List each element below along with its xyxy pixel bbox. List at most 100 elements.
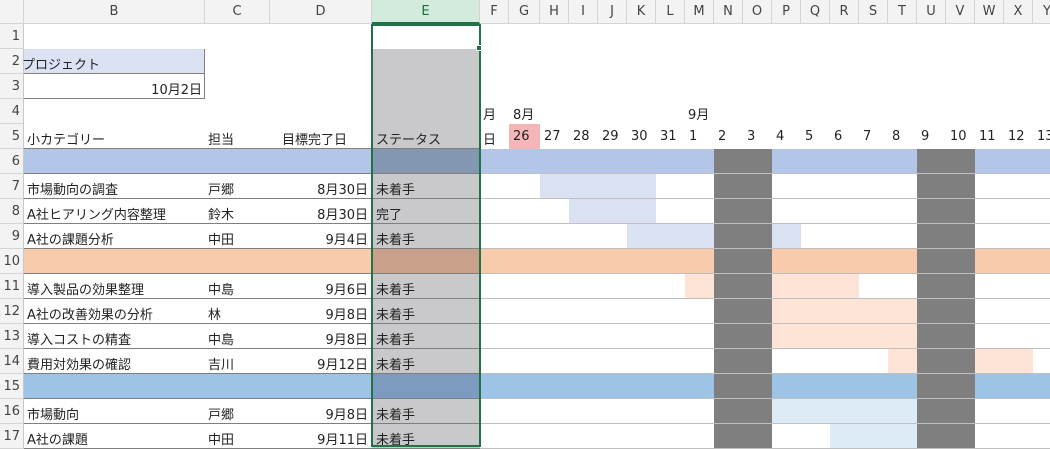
column-header-i[interactable]: I: [569, 0, 598, 24]
row-border: [480, 398, 1050, 399]
task-owner: 中田: [208, 233, 235, 248]
task-owner: 中島: [208, 333, 235, 348]
row-header-4[interactable]: 4: [0, 99, 24, 124]
row-border: [24, 173, 480, 174]
header-target-date: 目標完了日: [282, 133, 348, 148]
header-owner: 担当: [208, 133, 235, 148]
row-header-3[interactable]: 3: [0, 74, 24, 99]
day-number: 5: [805, 129, 814, 144]
task-name: A社の課題: [27, 433, 88, 448]
column-header-f[interactable]: F: [480, 0, 509, 24]
month-label-sep: 9月: [688, 108, 710, 123]
status-column-cell: [372, 99, 480, 124]
column-header-g[interactable]: G: [509, 0, 540, 24]
row-header-1[interactable]: 1: [0, 24, 24, 49]
column-header-o[interactable]: O: [743, 0, 772, 24]
group-row-2-status-cell: [372, 249, 480, 274]
column-header-p[interactable]: P: [772, 0, 801, 24]
row-header-5[interactable]: 5: [0, 124, 24, 149]
day-number: 9: [921, 129, 930, 144]
column-header-v[interactable]: V: [946, 0, 975, 24]
month-label-prev: 月: [483, 108, 497, 123]
column-header-t[interactable]: T: [888, 0, 917, 24]
column-header-j[interactable]: J: [598, 0, 627, 24]
row-border: [24, 423, 480, 424]
row-header-2[interactable]: 2: [0, 49, 24, 74]
day-number: 31: [660, 129, 677, 144]
row-border: [480, 323, 1050, 324]
column-header-x[interactable]: X: [1004, 0, 1033, 24]
task-name: 市場動向の調査: [27, 183, 119, 198]
row-header-10[interactable]: 10: [0, 249, 24, 274]
column-header-n[interactable]: N: [714, 0, 743, 24]
row-border: [24, 398, 480, 399]
day-number: 30: [631, 129, 648, 144]
gantt-bar: [772, 324, 917, 349]
day-number: 13: [1037, 129, 1050, 144]
column-header-y[interactable]: Y: [1033, 0, 1050, 24]
column-header-k[interactable]: K: [627, 0, 656, 24]
weekend-column: [743, 149, 772, 449]
row-header-16[interactable]: 16: [0, 399, 24, 424]
day-number: 11: [979, 129, 996, 144]
row-header-15[interactable]: 15: [0, 374, 24, 399]
column-header-q[interactable]: Q: [801, 0, 830, 24]
task-target-date: 9月8日: [325, 408, 368, 423]
gantt-bar: [772, 274, 859, 299]
task-target-date: 9月12日: [317, 358, 368, 373]
row-header-14[interactable]: 14: [0, 349, 24, 374]
column-header-s[interactable]: S: [859, 0, 888, 24]
row-border: [24, 348, 480, 349]
task-name: 導入コストの精査: [27, 333, 132, 348]
task-owner: 戸郷: [208, 408, 235, 423]
project-label: プロジェクト: [22, 58, 101, 73]
task-status: 未着手: [376, 358, 416, 373]
column-header-u[interactable]: U: [917, 0, 946, 24]
row-header-6[interactable]: 6: [0, 149, 24, 174]
task-name: A社ヒアリング内容整理: [27, 208, 166, 223]
row-border: [24, 223, 480, 224]
task-status: 未着手: [376, 433, 416, 448]
day-number: 7: [863, 129, 872, 144]
task-name: 市場動向: [27, 408, 80, 423]
header-status: ステータス: [376, 133, 442, 148]
task-target-date: 9月4日: [325, 233, 368, 248]
select-all-corner[interactable]: [0, 0, 24, 24]
status-column-cell: [372, 74, 480, 99]
column-header-e[interactable]: E: [372, 0, 480, 24]
day-number: 8: [892, 129, 901, 144]
weekend-column: [917, 149, 946, 449]
column-header-m[interactable]: M: [685, 0, 714, 24]
row-header-17[interactable]: 17: [0, 424, 24, 449]
column-header-d[interactable]: D: [270, 0, 372, 24]
day-number: 26: [513, 129, 530, 144]
task-status: 未着手: [376, 283, 416, 298]
task-status: 未着手: [376, 233, 416, 248]
column-header-b[interactable]: B: [24, 0, 205, 24]
column-header-l[interactable]: L: [656, 0, 685, 24]
row-border: [480, 223, 1050, 224]
row-header-12[interactable]: 12: [0, 299, 24, 324]
column-header-h[interactable]: H: [540, 0, 569, 24]
task-name: A社の課題分析: [27, 233, 114, 248]
task-name: 費用対効果の確認: [27, 358, 132, 373]
row-border: [480, 173, 1050, 174]
row-header-9[interactable]: 9: [0, 224, 24, 249]
gantt-bar: [772, 399, 917, 424]
column-header-c[interactable]: C: [205, 0, 270, 24]
task-status: 未着手: [376, 333, 416, 348]
selection-fill-handle[interactable]: [476, 45, 482, 51]
column-header-r[interactable]: R: [830, 0, 859, 24]
row-header-7[interactable]: 7: [0, 174, 24, 199]
day-number: 10: [950, 129, 967, 144]
row-header-13[interactable]: 13: [0, 324, 24, 349]
row-border: [480, 298, 1050, 299]
row-header-11[interactable]: 11: [0, 274, 24, 299]
row-border: [24, 273, 480, 274]
row-border: [480, 198, 1050, 199]
column-header-w[interactable]: W: [975, 0, 1004, 24]
group-row-1-status-cell: [372, 149, 480, 174]
task-target-date: 9月8日: [325, 308, 368, 323]
row-border: [24, 323, 480, 324]
row-header-8[interactable]: 8: [0, 199, 24, 224]
